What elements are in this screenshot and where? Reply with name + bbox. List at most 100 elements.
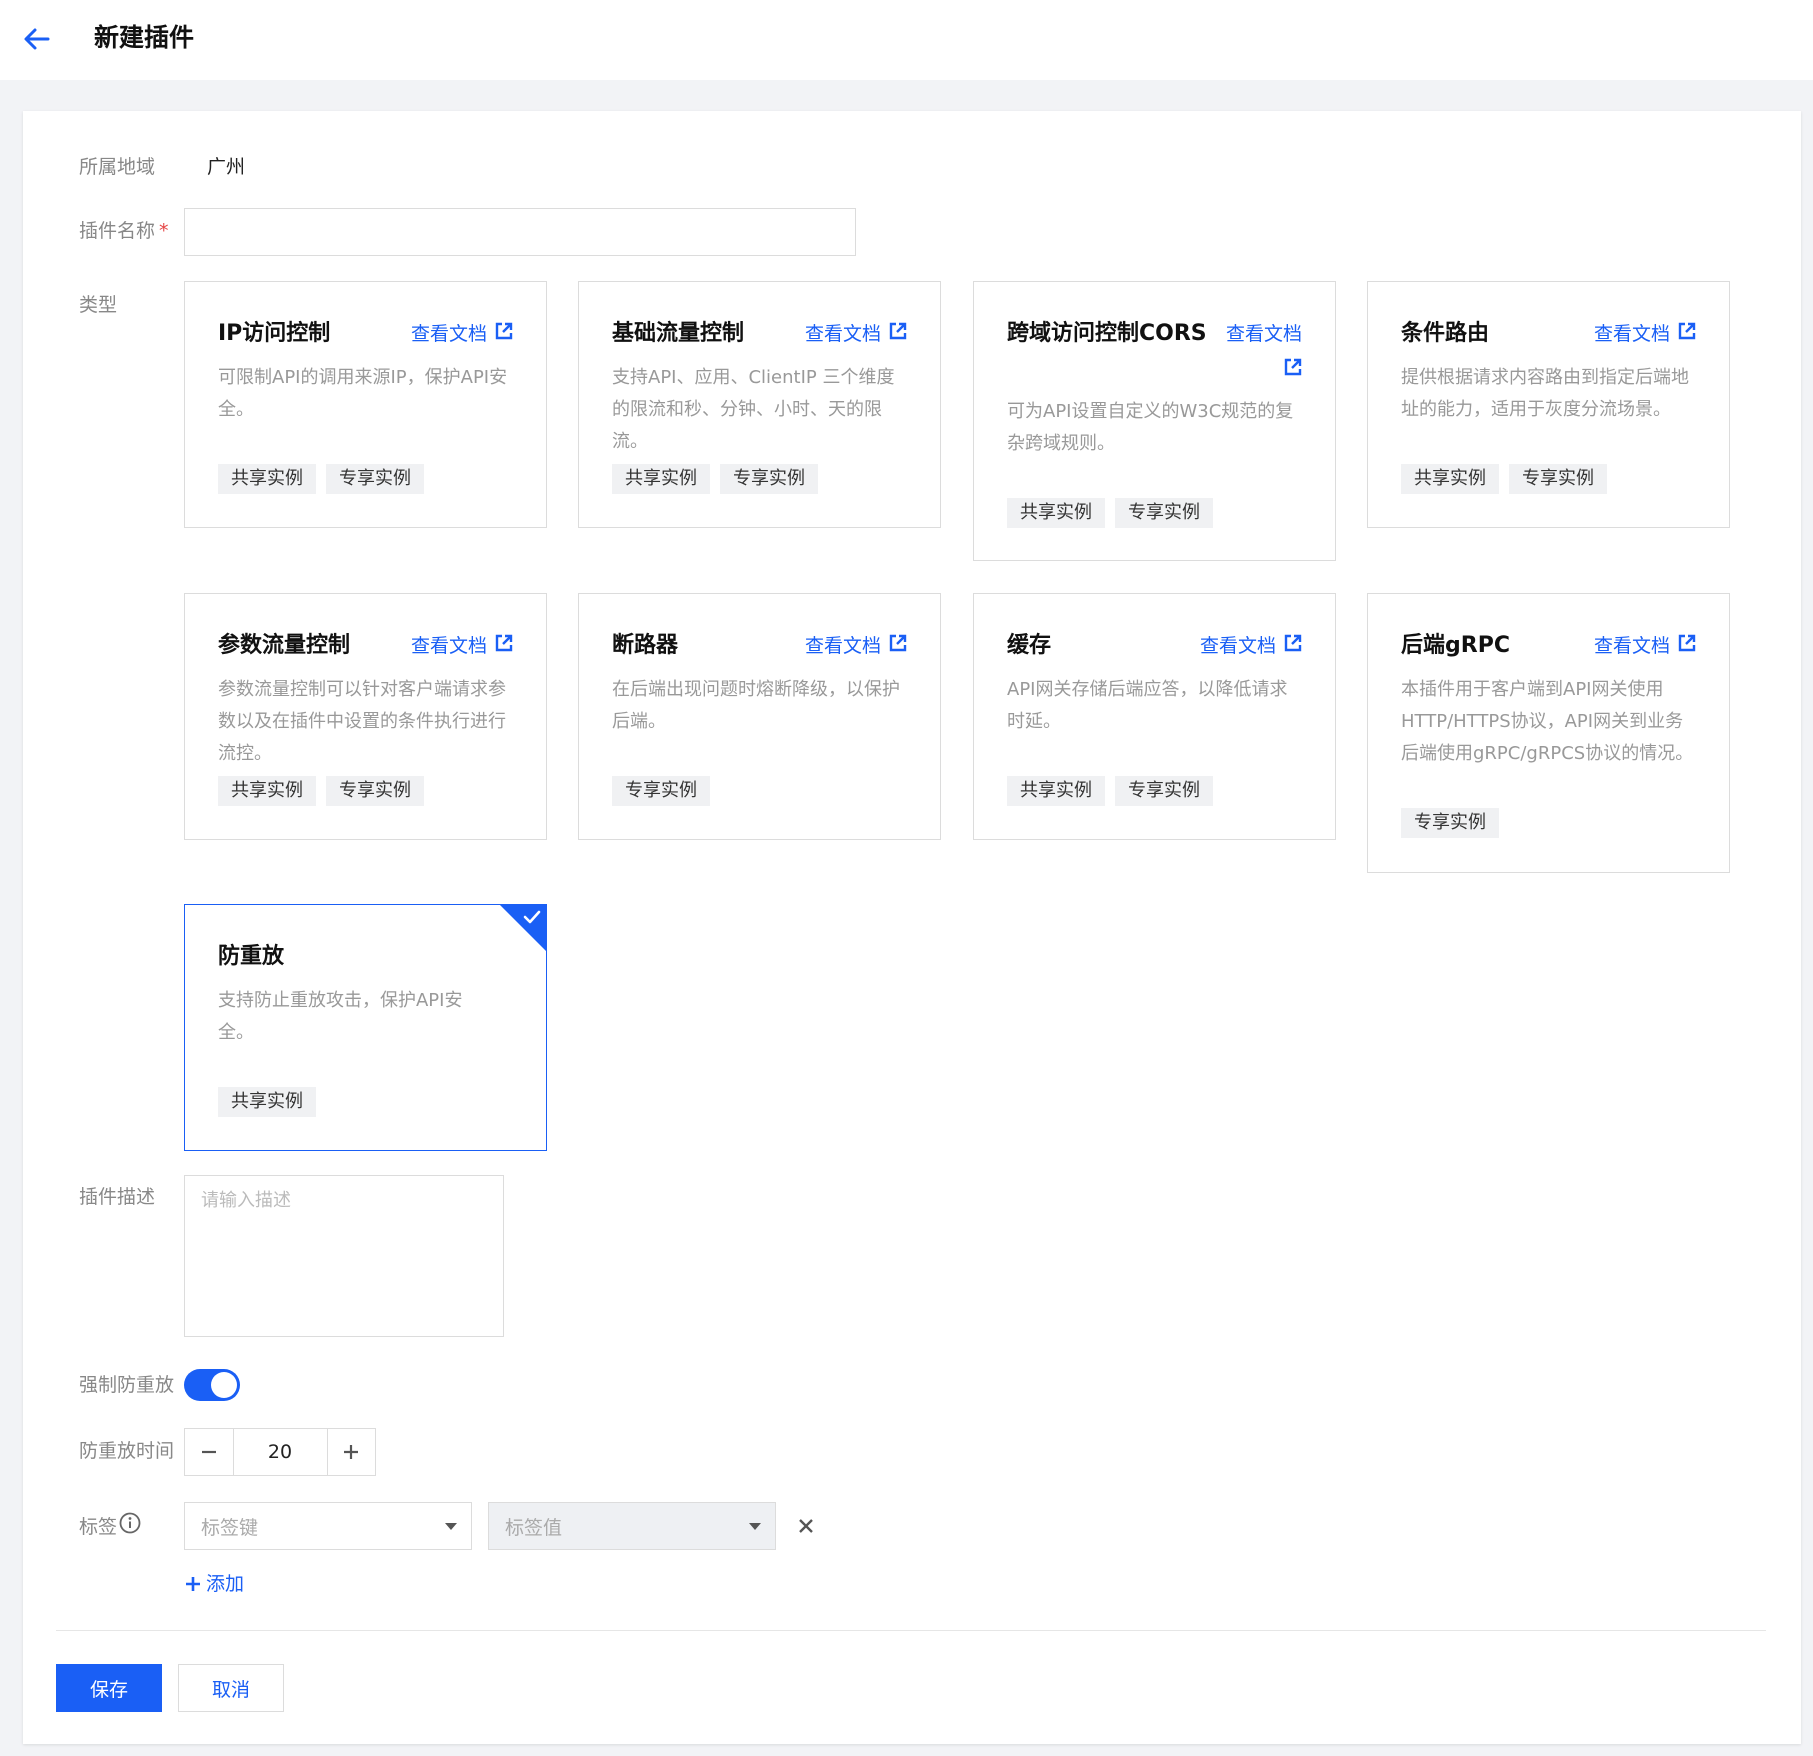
view-doc-link[interactable]: 查看文档 xyxy=(1594,630,1696,662)
add-tag-label: 添加 xyxy=(206,1573,245,1595)
card-title: 缓存 xyxy=(1007,633,1052,658)
plus-icon xyxy=(344,1445,359,1459)
form-panel: 所属地域 广州 插件名称 * 类型 IP访问控制 查看文档 可限制API的调用来源… xyxy=(23,111,1801,1744)
tag-dedicated: 专享实例 xyxy=(326,464,424,494)
add-tag-link[interactable]: 添加 xyxy=(184,1570,244,1598)
tag-dedicated: 专享实例 xyxy=(1401,808,1499,838)
plugin-card-ip-access[interactable]: IP访问控制 查看文档 可限制API的调用来源IP，保护API安全。 共享实例 … xyxy=(184,281,547,528)
tag-shared: 共享实例 xyxy=(612,464,710,494)
tag-shared: 共享实例 xyxy=(218,464,316,494)
force-anti-replay-toggle[interactable] xyxy=(184,1369,240,1401)
plus-icon xyxy=(186,1577,200,1591)
check-icon xyxy=(522,907,542,931)
card-title: 参数流量控制 xyxy=(218,633,351,658)
card-tags: 共享实例 专享实例 xyxy=(1007,776,1213,806)
minus-icon xyxy=(201,1450,216,1454)
plugin-card-param-rate-limit[interactable]: 参数流量控制 查看文档 参数流量控制可以针对客户端请求参数以及在插件中设置的条件… xyxy=(184,593,547,840)
view-doc-link[interactable]: 查看文档 xyxy=(805,630,907,662)
divider xyxy=(56,1630,1766,1631)
plugin-card-cors[interactable]: 跨域访问控制CORS 查看文档 可为API设置自定义的W3C规范的复杂跨域规则。… xyxy=(973,281,1336,561)
card-title: 基础流量控制 xyxy=(612,321,745,346)
plugin-name-label-text: 插件名称 xyxy=(79,220,156,242)
view-doc-link[interactable]: 查看文档 xyxy=(411,318,513,350)
plugin-name-label: 插件名称 * xyxy=(79,218,169,244)
external-link-icon xyxy=(495,318,513,350)
view-doc-link[interactable]: 查看文档 xyxy=(411,630,513,662)
close-icon[interactable] xyxy=(795,1515,817,1537)
card-description: 可限制API的调用来源IP，保护API安全。 xyxy=(218,367,508,420)
view-doc-label: 查看文档 xyxy=(1225,323,1302,345)
view-doc-label: 查看文档 xyxy=(410,323,487,345)
tag-shared: 共享实例 xyxy=(1007,498,1105,528)
plugin-card-conditional-routing[interactable]: 条件路由 查看文档 提供根据请求内容路由到指定后端地址的能力，适用于灰度分流场景… xyxy=(1367,281,1730,528)
external-link-icon xyxy=(1678,630,1696,662)
view-doc-label: 查看文档 xyxy=(804,323,881,345)
anti-replay-time-stepper: 20 xyxy=(184,1428,376,1476)
force-anti-replay-label: 强制防重放 xyxy=(79,1374,175,1396)
top-bar: 新建插件 xyxy=(0,0,1813,80)
external-link-icon xyxy=(1284,354,1302,386)
plugin-card-basic-rate-limit[interactable]: 基础流量控制 查看文档 支持API、应用、ClientIP 三个维度的限流和秒、… xyxy=(578,281,941,528)
tag-key-placeholder: 标签键 xyxy=(201,1516,259,1539)
card-title: IP访问控制 xyxy=(218,321,331,346)
external-link-icon xyxy=(889,630,907,662)
description-textarea[interactable] xyxy=(184,1175,504,1337)
card-tags: 共享实例 专享实例 xyxy=(612,464,818,494)
tag-label-text: 标签 xyxy=(79,1515,118,1538)
view-doc-link[interactable]: 查看文档 xyxy=(805,318,907,350)
tag-dedicated: 专享实例 xyxy=(1115,776,1213,806)
view-doc-label: 查看文档 xyxy=(1593,635,1670,657)
card-title: 断路器 xyxy=(612,633,679,658)
back-arrow-icon[interactable] xyxy=(20,22,54,56)
info-icon[interactable] xyxy=(119,1512,141,1541)
card-description: 支持防止重放攻击，保护API安全。 xyxy=(218,990,463,1043)
card-description: 本插件用于客户端到API网关使用HTTP/HTTPS协议，API网关到业务后端使… xyxy=(1401,679,1694,764)
view-doc-label: 查看文档 xyxy=(410,635,487,657)
external-link-icon xyxy=(1284,630,1302,662)
card-title: 跨域访问控制CORS xyxy=(1007,321,1207,346)
required-mark: * xyxy=(159,220,169,242)
card-tags: 共享实例 xyxy=(218,1087,316,1117)
anti-replay-time-value[interactable]: 20 xyxy=(232,1429,328,1475)
plugin-name-input[interactable] xyxy=(184,208,856,256)
card-description: 在后端出现问题时熔断降级，以保护后端。 xyxy=(612,679,900,732)
tag-shared: 共享实例 xyxy=(218,1087,316,1117)
external-link-icon xyxy=(889,318,907,350)
tag-value-placeholder: 标签值 xyxy=(505,1516,563,1539)
description-label: 插件描述 xyxy=(79,1186,156,1208)
card-title: 防重放 xyxy=(218,944,285,969)
toggle-knob xyxy=(211,1372,237,1398)
plugin-card-cache[interactable]: 缓存 查看文档 API网关存储后端应答，以降低请求时延。 共享实例 专享实例 xyxy=(973,593,1336,840)
card-title: 后端gRPC xyxy=(1401,633,1510,658)
view-doc-label: 查看文档 xyxy=(1593,323,1670,345)
plugin-card-circuit-breaker[interactable]: 断路器 查看文档 在后端出现问题时熔断降级，以保护后端。 专享实例 xyxy=(578,593,941,840)
tag-dedicated: 专享实例 xyxy=(326,776,424,806)
card-description: 支持API、应用、ClientIP 三个维度的限流和秒、分钟、小时、天的限流。 xyxy=(612,367,895,452)
view-doc-link[interactable]: 查看文档 xyxy=(1226,318,1302,386)
card-tags: 专享实例 xyxy=(1401,808,1499,838)
card-description: 提供根据请求内容路由到指定后端地址的能力，适用于灰度分流场景。 xyxy=(1401,367,1689,420)
tag-shared: 共享实例 xyxy=(1007,776,1105,806)
tag-shared: 共享实例 xyxy=(218,776,316,806)
cancel-button[interactable]: 取消 xyxy=(178,1664,284,1712)
tag-dedicated: 专享实例 xyxy=(612,776,710,806)
plugin-card-anti-replay[interactable]: 防重放 支持防止重放攻击，保护API安全。 共享实例 xyxy=(184,904,547,1151)
caret-down-icon xyxy=(749,1523,761,1530)
view-doc-link[interactable]: 查看文档 xyxy=(1594,318,1696,350)
plugin-card-backend-grpc[interactable]: 后端gRPC 查看文档 本插件用于客户端到API网关使用HTTP/HTTPS协议… xyxy=(1367,593,1730,873)
card-description: 可为API设置自定义的W3C规范的复杂跨域规则。 xyxy=(1007,401,1294,454)
card-tags: 专享实例 xyxy=(612,776,710,806)
type-label: 类型 xyxy=(79,294,118,316)
view-doc-link[interactable]: 查看文档 xyxy=(1200,630,1302,662)
save-button[interactable]: 保存 xyxy=(56,1664,162,1712)
tag-key-select[interactable]: 标签键 xyxy=(184,1502,472,1550)
increment-button[interactable] xyxy=(328,1429,376,1475)
card-title: 条件路由 xyxy=(1401,321,1490,346)
tag-dedicated: 专享实例 xyxy=(1509,464,1607,494)
anti-replay-time-label: 防重放时间 xyxy=(79,1440,175,1462)
tag-value-select: 标签值 xyxy=(488,1502,776,1550)
decrement-button[interactable] xyxy=(185,1429,233,1475)
region-label: 所属地域 xyxy=(79,156,156,178)
external-link-icon xyxy=(495,630,513,662)
tag-shared: 共享实例 xyxy=(1401,464,1499,494)
